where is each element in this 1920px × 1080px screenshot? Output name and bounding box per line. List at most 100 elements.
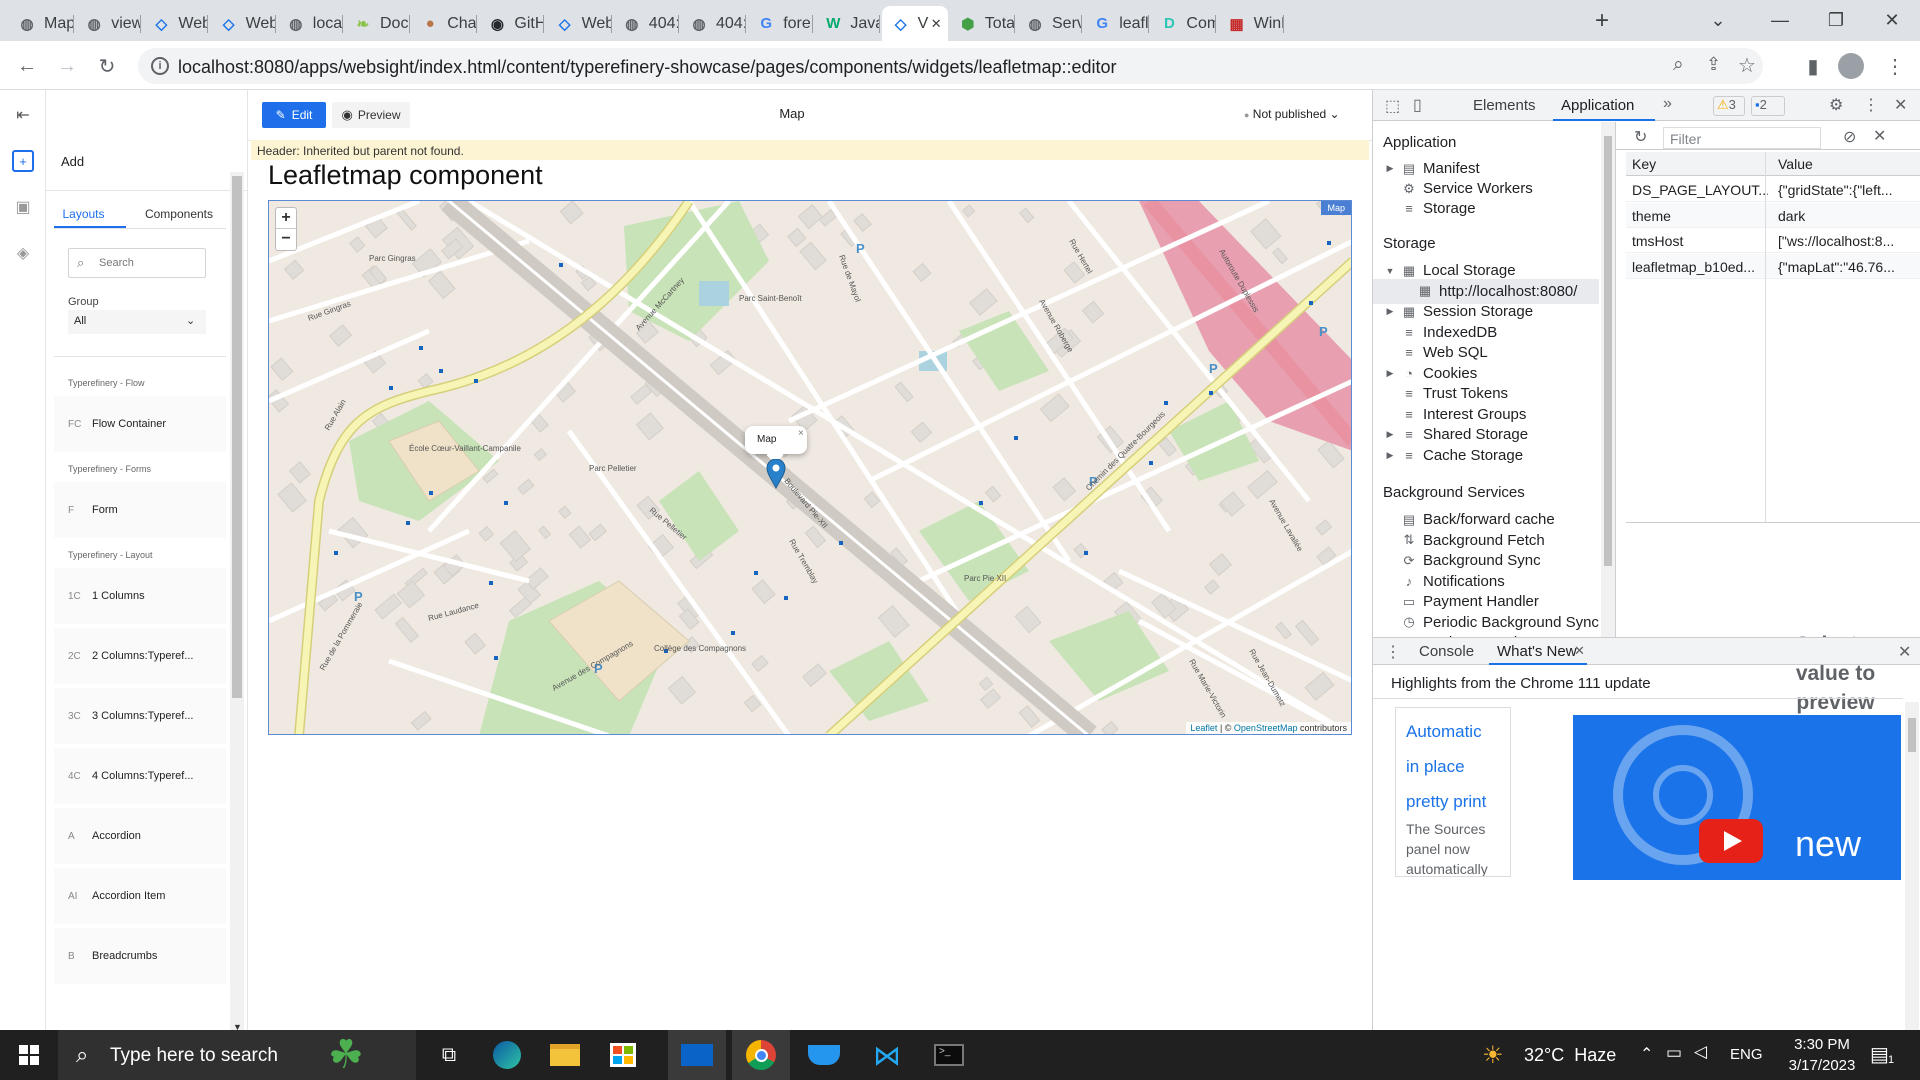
- browser-tab[interactable]: Gleafle: [1083, 6, 1150, 41]
- expand-arrow-icon[interactable]: ▶: [1383, 163, 1397, 174]
- maximize-button[interactable]: ❐: [1808, 0, 1864, 41]
- share-icon[interactable]: ⇪: [1706, 54, 1721, 75]
- component-item[interactable]: FC Flow Container: [54, 396, 226, 452]
- clock-date[interactable]: 3/17/2023: [1772, 1057, 1872, 1074]
- profile-avatar[interactable]: [1838, 53, 1864, 79]
- close-drawer-icon[interactable]: ✕: [1898, 642, 1911, 662]
- publish-status-dropdown[interactable]: ● Not published ⌄: [1244, 107, 1340, 121]
- drawer-scrollbar[interactable]: [1905, 702, 1919, 1030]
- whats-new-video[interactable]: new: [1573, 715, 1901, 880]
- weather-text[interactable]: 32°C Haze: [1524, 1045, 1616, 1066]
- show-hidden-icons[interactable]: ⌃: [1640, 1044, 1653, 1064]
- card-link-line-3[interactable]: pretty print: [1406, 784, 1500, 819]
- zoom-in-button[interactable]: +: [276, 208, 296, 229]
- browser-tab[interactable]: W Java: [814, 6, 881, 41]
- component-item[interactable]: 2C 2 Columns:Typeref...: [54, 628, 226, 684]
- minimize-button[interactable]: —: [1752, 0, 1808, 41]
- component-item[interactable]: 3C 3 Columns:Typeref...: [54, 688, 226, 744]
- language-indicator[interactable]: ENG: [1730, 1046, 1763, 1063]
- side-panel-icon[interactable]: ▮: [1798, 51, 1828, 81]
- edit-button[interactable]: ✎ Edit: [262, 102, 326, 128]
- component-item[interactable]: 4C 4 Columns:Typeref...: [54, 748, 226, 804]
- tree-item-storage-overview[interactable]: ≡ Storage: [1373, 196, 1599, 221]
- component-item[interactable]: A Accordion: [54, 808, 226, 864]
- browser-tab[interactable]: Gfore: [747, 6, 814, 41]
- volume-icon[interactable]: ◁: [1694, 1042, 1707, 1062]
- component-search-field[interactable]: ⌕ Search: [68, 248, 206, 278]
- clock-time[interactable]: 3:30 PM: [1772, 1036, 1872, 1053]
- assets-icon[interactable]: ▣: [12, 196, 34, 218]
- browser-tab[interactable]: ◍ Map: [8, 6, 74, 41]
- zoom-icon[interactable]: ⌕: [1673, 54, 1684, 76]
- tab-console[interactable]: Console: [1419, 643, 1474, 660]
- bookmark-star-icon[interactable]: ☆: [1738, 53, 1756, 78]
- browser-tab[interactable]: ❧ Docu: [344, 6, 410, 41]
- value-column-header[interactable]: Value: [1778, 156, 1813, 172]
- new-tab-button[interactable]: +: [1582, 0, 1622, 41]
- clear-all-icon[interactable]: ⊘: [1843, 127, 1856, 147]
- component-item[interactable]: B Breadcrumbs: [54, 928, 226, 984]
- tree-item-cache-storage[interactable]: ▶ ≡ Cache Storage: [1373, 443, 1599, 468]
- task-view-icon[interactable]: ⧉: [420, 1030, 478, 1080]
- edge-icon[interactable]: [478, 1030, 536, 1080]
- zoom-out-button[interactable]: −: [276, 229, 296, 250]
- reload-icon[interactable]: ↻: [92, 51, 122, 81]
- mail-icon[interactable]: [668, 1030, 726, 1080]
- add-components-icon[interactable]: +: [12, 150, 34, 172]
- more-tabs-icon[interactable]: »: [1663, 95, 1672, 113]
- storage-row[interactable]: tmsHost ["ws://localhost:8...: [1626, 228, 1920, 253]
- osm-link[interactable]: OpenStreetMap: [1234, 723, 1298, 733]
- tree-scrollbar[interactable]: [1601, 122, 1615, 637]
- browser-tab[interactable]: ◍ Servi: [1016, 6, 1082, 41]
- start-button[interactable]: [0, 1030, 58, 1080]
- issues-badge[interactable]: ▪2: [1751, 96, 1785, 116]
- close-tab-icon[interactable]: ✕: [931, 16, 942, 32]
- component-item[interactable]: 1C 1 Columns: [54, 568, 226, 624]
- leaflet-link[interactable]: Leaflet: [1190, 723, 1217, 733]
- browser-tab[interactable]: ◇ Web: [546, 6, 612, 41]
- expand-arrow-icon[interactable]: ▶: [1383, 450, 1397, 461]
- url-text[interactable]: localhost:8080/apps/websight/index.html/…: [178, 57, 1117, 78]
- close-tab-icon[interactable]: ✕: [1574, 643, 1585, 659]
- card-link-line-1[interactable]: Automatic: [1406, 714, 1500, 749]
- terminal-icon[interactable]: >_: [920, 1030, 978, 1080]
- tree-item-push-messaging[interactable]: ☁Push Messaging: [1373, 630, 1599, 637]
- exit-editor-icon[interactable]: ⇤: [12, 104, 34, 126]
- tree-scroll-thumb[interactable]: [1604, 136, 1612, 566]
- browser-tab[interactable]: ◍ 404:: [680, 6, 746, 41]
- browser-tab[interactable]: ◍ 404:: [613, 6, 679, 41]
- storage-row[interactable]: theme dark: [1626, 202, 1920, 228]
- forward-icon[interactable]: →: [52, 51, 82, 81]
- filter-input[interactable]: Filter: [1663, 127, 1821, 149]
- browser-tab[interactable]: ◇ Web: [210, 6, 276, 41]
- expand-arrow-icon[interactable]: ▶: [1383, 429, 1397, 440]
- browser-tab[interactable]: D Com: [1150, 6, 1217, 41]
- sidebar-scrollbar[interactable]: ▼: [230, 172, 244, 1032]
- back-icon[interactable]: ←: [12, 51, 42, 81]
- map-marker-icon[interactable]: [766, 459, 786, 489]
- refresh-icon[interactable]: ↻: [1634, 127, 1647, 147]
- address-bar[interactable]: i localhost:8080/apps/websight/index.htm…: [138, 48, 1763, 84]
- notification-center-icon[interactable]: ▤: [1870, 1042, 1889, 1067]
- youtube-play-icon[interactable]: [1699, 819, 1763, 863]
- browser-tab[interactable]: ◍ local: [277, 6, 343, 41]
- file-explorer-icon[interactable]: [536, 1030, 594, 1080]
- tab-components[interactable]: Components: [134, 207, 224, 221]
- popup-close-icon[interactable]: ×: [798, 428, 804, 439]
- close-devtools-icon[interactable]: ✕: [1894, 95, 1907, 115]
- taskbar-search-box[interactable]: ⌕ Type here to search ☘: [58, 1030, 416, 1080]
- key-column-header[interactable]: Key: [1632, 156, 1656, 172]
- network-icon[interactable]: ▭: [1666, 1043, 1682, 1063]
- drawer-menu-icon[interactable]: ⋮: [1385, 642, 1401, 662]
- chrome-icon[interactable]: [732, 1030, 790, 1080]
- tab-search-button[interactable]: ⌄: [1690, 0, 1746, 41]
- site-info-icon[interactable]: i: [151, 57, 169, 75]
- preview-button[interactable]: ◉ Preview: [332, 102, 410, 128]
- browser-tab[interactable]: ● Char: [411, 6, 478, 41]
- vscode-icon[interactable]: ⋈: [858, 1030, 916, 1080]
- expand-arrow-icon[interactable]: ▼: [1383, 266, 1397, 276]
- docker-icon[interactable]: [795, 1030, 853, 1080]
- sidebar-scroll-thumb[interactable]: [232, 176, 242, 698]
- devtools-menu-icon[interactable]: ⋮: [1863, 95, 1879, 115]
- group-select[interactable]: All ⌄: [68, 310, 206, 334]
